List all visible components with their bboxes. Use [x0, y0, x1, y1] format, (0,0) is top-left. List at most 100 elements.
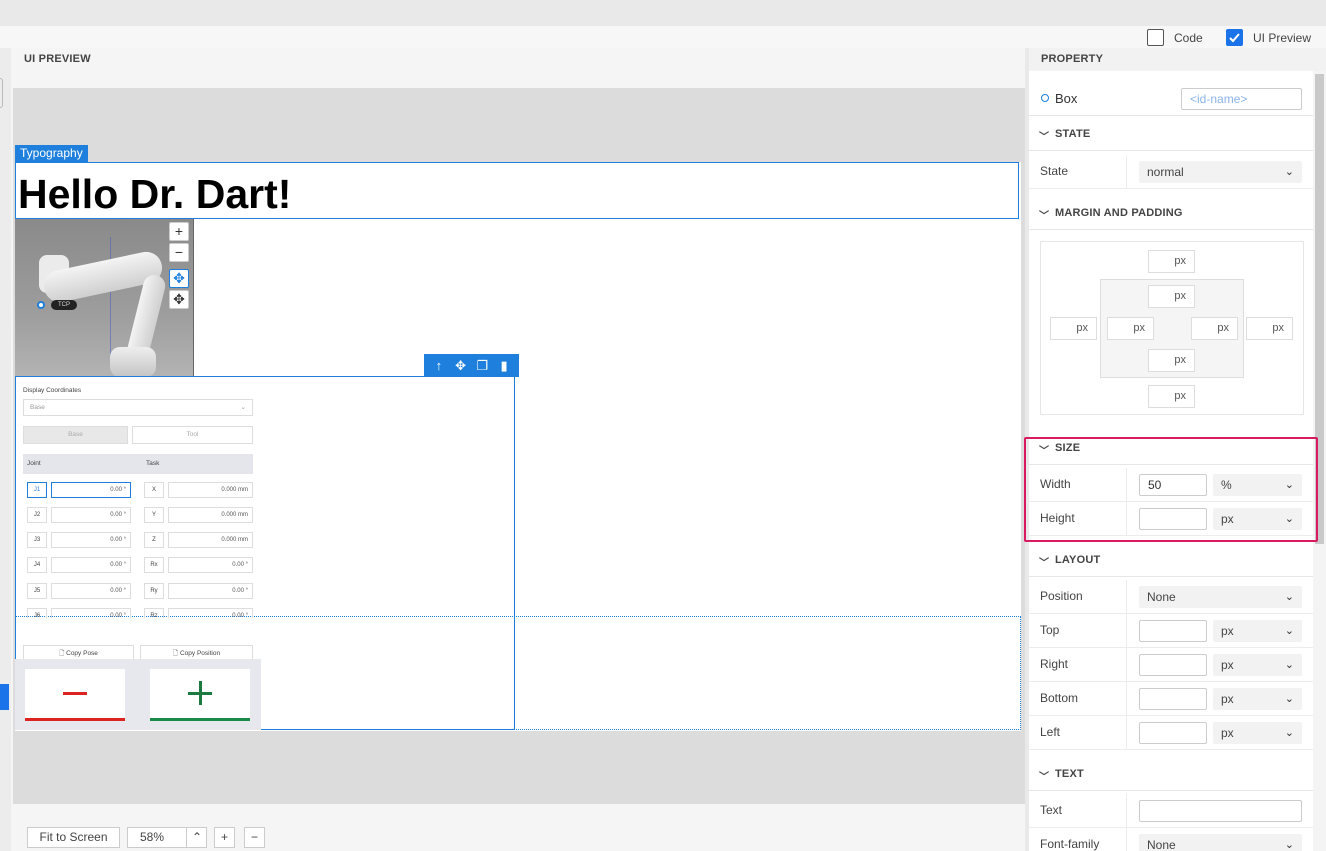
minus-icon: [63, 692, 87, 695]
ui-preview-checkbox[interactable]: [1226, 29, 1243, 46]
margin-right-input[interactable]: px: [1246, 317, 1293, 340]
layout-section-header[interactable]: ﹀ LAYOUT: [1029, 543, 1313, 577]
axis-line: [110, 237, 111, 357]
margin-left-input[interactable]: px: [1050, 317, 1097, 340]
joint-value[interactable]: 0.00 °: [51, 583, 131, 599]
joint-value[interactable]: 0.00 °: [51, 608, 131, 618]
chevron-down-icon: ⌄: [240, 404, 246, 411]
left-input[interactable]: [1139, 722, 1207, 744]
padding-top-input[interactable]: px: [1148, 285, 1195, 308]
dock-handle[interactable]: [0, 78, 3, 108]
joint-value[interactable]: 0.00 °: [51, 557, 131, 573]
bottom-input[interactable]: [1139, 688, 1207, 710]
size-section-highlight: [1024, 437, 1318, 542]
zoom-out-button[interactable]: −: [244, 827, 265, 848]
code-checkbox[interactable]: [1147, 29, 1164, 46]
left-unit-value: px: [1221, 726, 1234, 740]
copy-icon[interactable]: ❐: [474, 359, 490, 372]
ui-preview-toggle[interactable]: UI Preview: [1226, 29, 1311, 46]
text-section-header[interactable]: ﹀ TEXT: [1029, 757, 1313, 791]
copy-pose-label: Copy Pose: [66, 650, 98, 657]
padding-left-input[interactable]: px: [1107, 317, 1154, 340]
zoom-in-button[interactable]: +: [214, 827, 235, 848]
task-value[interactable]: 0.000 mm: [168, 482, 253, 498]
chevron-down-icon: ﹀: [1039, 211, 1049, 222]
zoom-value: 58%: [140, 830, 165, 844]
zoom-select[interactable]: 58% ⌃: [127, 827, 207, 848]
tcp-marker: [37, 301, 45, 309]
task-value[interactable]: 0.00 °: [168, 583, 253, 599]
font-family-row: Font-family None ⌄: [1029, 828, 1313, 851]
padding-right-input[interactable]: px: [1191, 317, 1238, 340]
chevron-up-icon[interactable]: ⌃: [186, 828, 207, 847]
task-value[interactable]: 0.00 °: [168, 557, 253, 573]
viewer-zoom-in-button[interactable]: +: [169, 222, 189, 241]
coords-label: Display Coordinates: [23, 387, 82, 394]
component-dot-icon: [1041, 94, 1049, 102]
chevron-down-icon: ⌄: [1284, 625, 1294, 637]
margin-section-header[interactable]: ﹀ MARGIN AND PADDING: [1029, 196, 1313, 230]
top-label: Top: [1029, 614, 1127, 647]
bottom-label: Bottom: [1029, 682, 1127, 715]
pan-view-icon[interactable]: ✥: [169, 290, 189, 309]
top-unit-select[interactable]: px ⌄: [1213, 620, 1302, 642]
bottom-unit-select[interactable]: px ⌄: [1213, 688, 1302, 710]
right-unit-select[interactable]: px ⌄: [1213, 654, 1302, 676]
text-input[interactable]: [1139, 800, 1302, 822]
typography-component[interactable]: Hello Dr. Dart!: [15, 162, 1019, 219]
joint-header: Joint: [27, 460, 41, 467]
right-input[interactable]: [1139, 654, 1207, 676]
copy-icon: 🗋: [172, 650, 180, 657]
task-value[interactable]: 0.000 mm: [168, 532, 253, 548]
id-name-input[interactable]: <id-name>: [1181, 88, 1302, 110]
robot-3d-viewer[interactable]: TCP + − ✥ ✥: [15, 219, 194, 376]
state-select[interactable]: normal ⌄: [1139, 161, 1302, 183]
preview-canvas[interactable]: Typography Hello Dr. Dart! TCP + − ✥ ✥ ↑…: [13, 88, 1025, 804]
viewer-zoom-out-button[interactable]: −: [169, 243, 189, 262]
view-toggle-bar: Code UI Preview: [0, 26, 1326, 48]
bottom-unit-value: px: [1221, 692, 1234, 706]
check-icon: [1229, 33, 1240, 43]
padding-bottom-input[interactable]: px: [1148, 349, 1195, 372]
left-unit-select[interactable]: px ⌄: [1213, 722, 1302, 744]
chevron-down-icon: ⌄: [1284, 727, 1294, 739]
position-select[interactable]: None ⌄: [1139, 586, 1302, 608]
component-row: Box <id-name>: [1029, 71, 1313, 116]
move-icon[interactable]: ✥: [453, 359, 469, 372]
task-name: X: [144, 482, 164, 498]
selection-toolbar: ↑ ✥ ❐ ▮: [424, 354, 519, 377]
font-family-value: None: [1147, 838, 1176, 851]
tab-base[interactable]: Base: [23, 426, 128, 444]
rotate-view-icon[interactable]: ✥: [169, 269, 189, 288]
fit-to-screen-button[interactable]: Fit to Screen: [27, 827, 120, 848]
preview-page[interactable]: Hello Dr. Dart! TCP + − ✥ ✥ ↑ ✥ ❐ ▮ Disp…: [15, 162, 1021, 731]
right-label: Right: [1029, 648, 1127, 681]
jog-minus-button[interactable]: [25, 669, 125, 721]
coords-select[interactable]: Base ⌄: [23, 399, 253, 416]
code-toggle[interactable]: Code: [1147, 29, 1203, 46]
margin-bottom-input[interactable]: px: [1148, 385, 1195, 408]
chevron-down-icon: ⌄: [1284, 693, 1294, 705]
arrow-up-icon[interactable]: ↑: [431, 359, 447, 372]
state-section-header[interactable]: ﹀ STATE: [1029, 117, 1313, 151]
chevron-down-icon: ﹀: [1039, 772, 1049, 783]
property-title: PROPERTY: [1041, 53, 1104, 65]
joint-value[interactable]: 0.00 °: [51, 482, 131, 498]
top-input[interactable]: [1139, 620, 1207, 642]
trash-icon[interactable]: ▮: [496, 359, 512, 372]
position-row: Position None ⌄: [1029, 580, 1313, 614]
margin-top-input[interactable]: px: [1148, 250, 1195, 273]
joint-value[interactable]: 0.00 °: [51, 532, 131, 548]
tab-tool[interactable]: Tool: [132, 426, 253, 444]
jog-plus-button[interactable]: [150, 669, 250, 721]
font-family-select[interactable]: None ⌄: [1139, 834, 1302, 851]
dock-active-indicator[interactable]: [0, 684, 9, 710]
task-value[interactable]: 0.000 mm: [168, 507, 253, 523]
ui-preview-label: UI Preview: [1253, 30, 1312, 45]
joint-value[interactable]: 0.00 °: [51, 507, 131, 523]
typography-tag[interactable]: Typography: [15, 145, 88, 162]
zoom-bar: Fit to Screen 58% ⌃ + −: [11, 823, 1025, 851]
joint-name: J3: [27, 532, 47, 548]
tcp-label: TCP: [51, 300, 77, 310]
task-value[interactable]: 0.00 °: [168, 608, 253, 618]
